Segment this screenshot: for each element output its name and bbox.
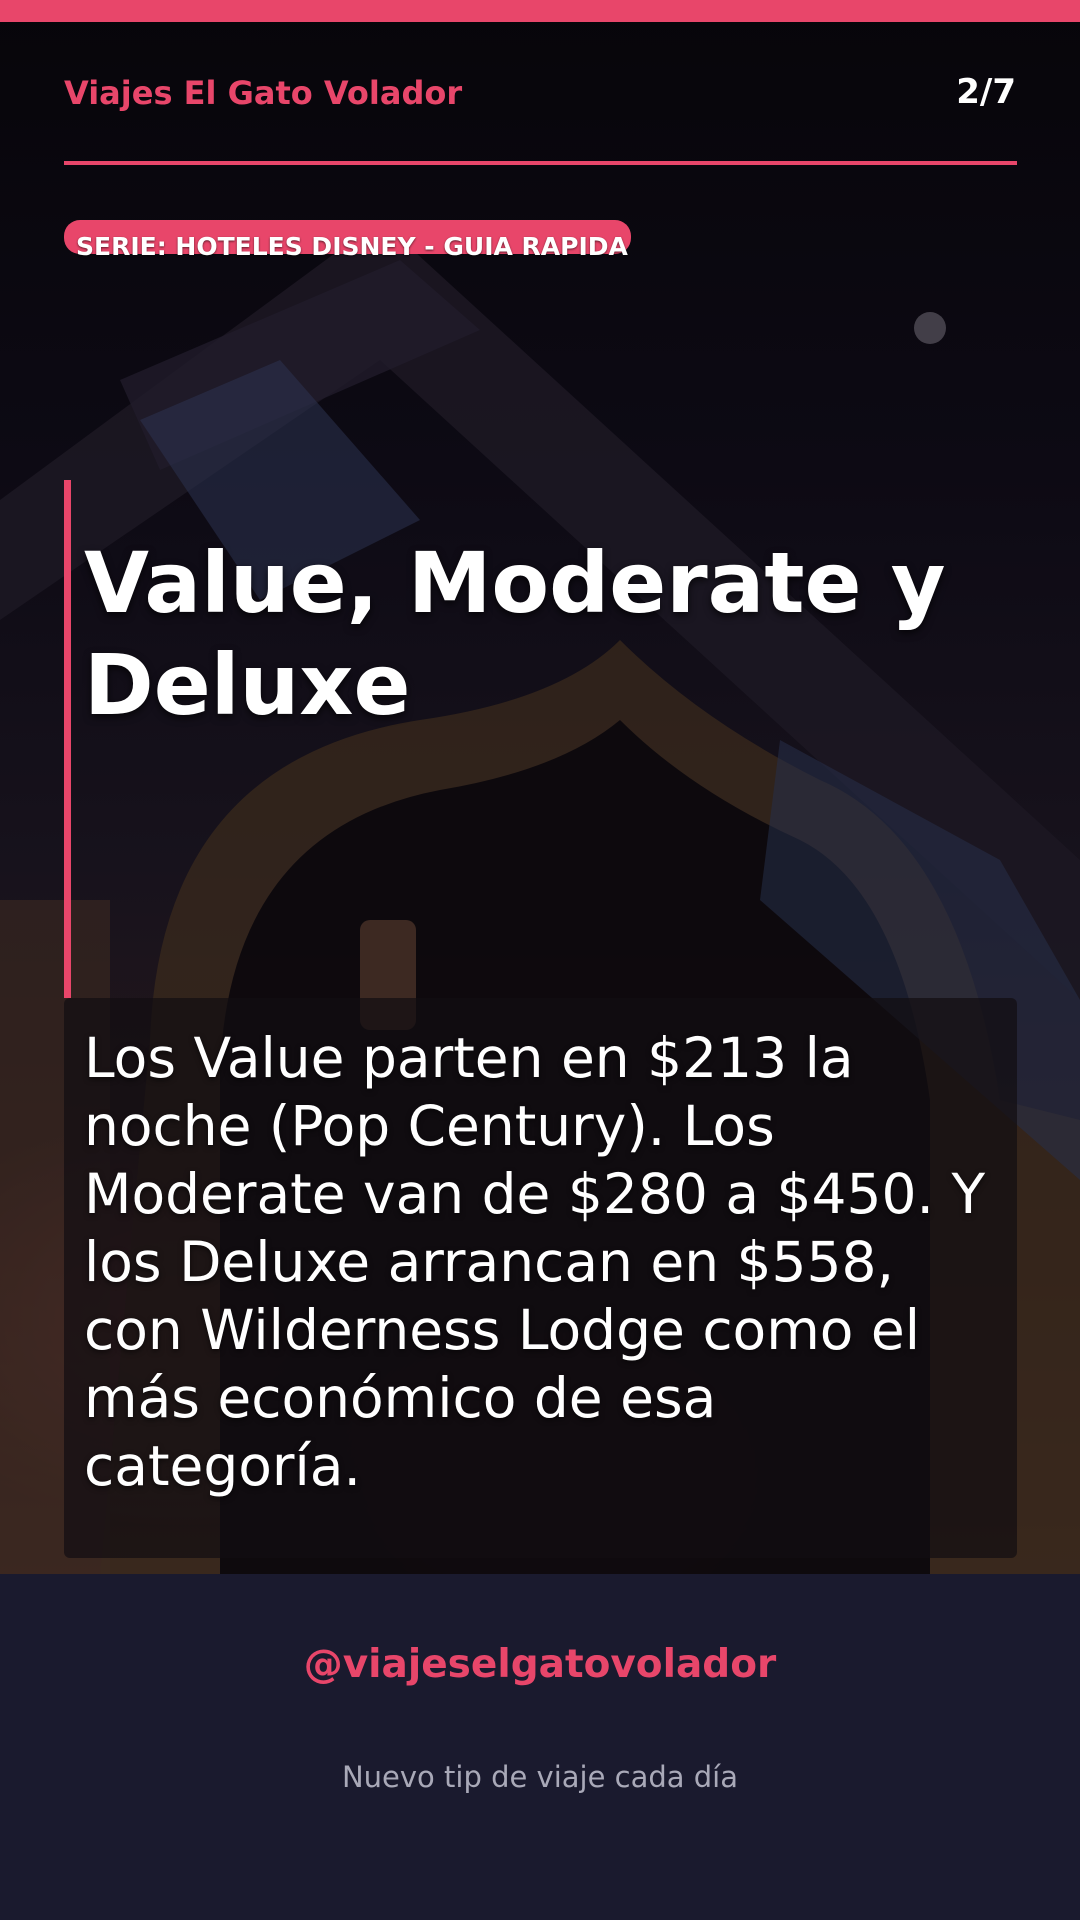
header-divider (64, 161, 1017, 165)
brand-name: Viajes El Gato Volador (64, 74, 463, 112)
series-badge: SERIE: HOTELES DISNEY - GUIA RAPIDA (64, 220, 631, 261)
series-label: SERIE: HOTELES DISNEY - GUIA RAPIDA (76, 232, 628, 261)
slide-title: Value, Moderate y Deluxe (84, 534, 946, 734)
body-panel: Los Value parten en $213 la noche (Pop C… (64, 998, 1017, 1558)
footer-tagline: Nuevo tip de viaje cada día (341, 1760, 739, 1794)
slide-counter: 2/7 (956, 72, 1016, 112)
title-accent-bar (64, 480, 71, 998)
footer (0, 1574, 1080, 1920)
social-handle: @viajeselgatovolador (303, 1642, 777, 1687)
top-accent-bar (0, 0, 1080, 22)
slide-body-text: Los Value parten en $213 la noche (Pop C… (84, 1026, 986, 1498)
